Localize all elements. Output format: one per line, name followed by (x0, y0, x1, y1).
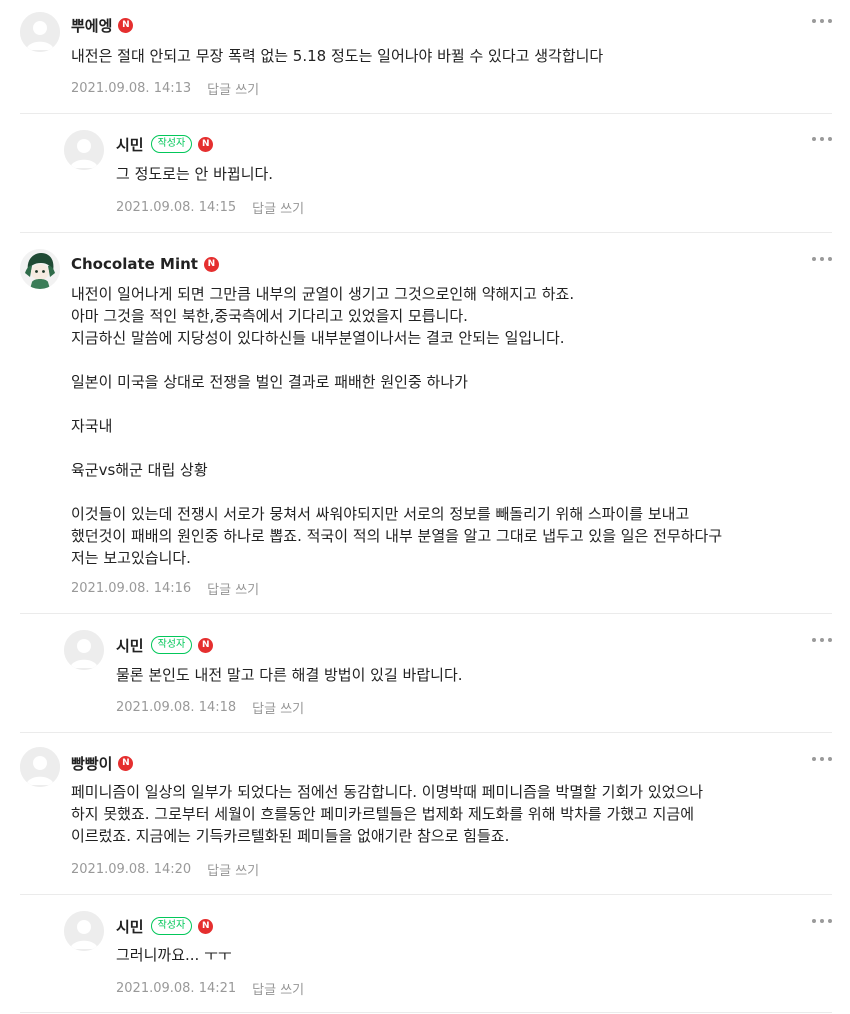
comment-nickname[interactable]: 뿌에엥 (71, 15, 112, 36)
comment-text-line: 물론 본인도 내전 말고 다른 해결 방법이 있길 바랍니다. (116, 666, 463, 684)
divider (20, 1012, 832, 1013)
comment-nickname[interactable]: Chocolate Mint (71, 255, 198, 273)
new-badge-icon: N (118, 17, 134, 33)
character-profile-icon (20, 249, 60, 289)
new-badge-icon: N (198, 637, 214, 653)
comment-nickname[interactable]: 시민 (116, 134, 144, 155)
reply-button[interactable]: 답글 쓰기 (252, 198, 304, 217)
comment-text-line: 내전은 절대 안되고 무장 폭력 없는 5.18 정도는 일어나야 바뀔 수 있… (71, 47, 604, 65)
reply-button[interactable]: 답글 쓰기 (207, 860, 259, 879)
comment-text-line: 지금하신 말씀에 지당성이 있다하신들 내부분열이나서는 결코 안되는 일입니다… (71, 329, 565, 347)
comment-text-line: 그러니까요... ㅜㅜ (116, 946, 232, 964)
more-options-icon[interactable] (812, 19, 832, 25)
reply-button[interactable]: 답글 쓰기 (252, 698, 304, 717)
comment-nickname[interactable]: 시민 (116, 635, 144, 656)
default-profile-icon (64, 911, 104, 951)
comment-date: 2021.09.08. 14:18 (116, 700, 237, 715)
avatar[interactable] (20, 12, 60, 52)
comment-text-line: 했던것이 패배의 원인중 하나로 뽑죠. 적국이 적의 내부 분열을 알고 그대… (71, 527, 723, 545)
new-badge-icon: N (118, 755, 134, 771)
comment-text-line: 육군vs해군 대립 상황 (71, 461, 208, 479)
comment-text-line: 아마 그것을 적인 북한,중국측에서 기다리고 있었을지 모릅니다. (71, 307, 468, 325)
comment-date: 2021.09.08. 14:16 (71, 581, 192, 596)
new-badge-icon: N (198, 136, 214, 152)
comment-date: 2021.09.08. 14:20 (71, 862, 192, 877)
divider (20, 613, 832, 614)
comment-text: 내전은 절대 안되고 무장 폭력 없는 5.18 정도는 일어나야 바뀔 수 있… (71, 45, 603, 67)
comment-text: 그러니까요... ㅜㅜ (116, 944, 232, 966)
comment-text: 물론 본인도 내전 말고 다른 해결 방법이 있길 바랍니다. (116, 664, 463, 686)
reply-button[interactable]: 답글 쓰기 (207, 579, 259, 598)
divider (20, 894, 832, 895)
comment-text-line (71, 349, 722, 371)
comment-text-line: 저는 보고있습니다. (71, 549, 191, 567)
divider (20, 232, 832, 233)
default-profile-icon (64, 130, 104, 170)
comment-nickname[interactable]: 시민 (116, 916, 144, 937)
avatar[interactable] (64, 911, 104, 951)
comment-text-line: 페미니즘이 일상의 일부가 되었다는 점에선 동감합니다. 이명박때 페미니즘을… (71, 783, 704, 801)
comment-text-line: 자국내 (71, 417, 113, 435)
reply-button[interactable]: 답글 쓰기 (207, 79, 259, 98)
more-options-icon[interactable] (812, 638, 832, 644)
comment-text-line: 이것들이 있는데 전쟁시 서로가 뭉쳐서 싸워야되지만 서로의 정보를 빼돌리기… (71, 505, 690, 523)
comment-text-line: 그 정도로는 안 바뀝니다. (116, 165, 274, 183)
comment-text-line: 내전이 일어나게 되면 그만큼 내부의 균열이 생기고 그것으로인해 약해지고 … (71, 285, 575, 303)
writer-badge: 작성자 (150, 636, 193, 654)
new-badge-icon: N (203, 256, 219, 272)
avatar[interactable] (64, 630, 104, 670)
comment-text-line: 하지 못했죠. 그로부터 세월이 흐를동안 페미카르텔들은 법제화 제도화를 위… (71, 805, 695, 823)
comment-text: 내전이 일어나게 되면 그만큼 내부의 균열이 생기고 그것으로인해 약해지고 … (71, 283, 722, 569)
more-options-icon[interactable] (812, 919, 832, 925)
comment-date: 2021.09.08. 14:21 (116, 981, 237, 996)
comment-text-line: 이르렀죠. 지금에는 기득카르텔화된 페미들을 없애기란 참으로 힘들죠. (71, 827, 510, 845)
default-profile-icon (64, 630, 104, 670)
new-badge-icon: N (198, 918, 214, 934)
comment-date: 2021.09.08. 14:15 (116, 200, 237, 215)
avatar[interactable] (64, 130, 104, 170)
more-options-icon[interactable] (812, 757, 832, 763)
comment-text-line (71, 393, 722, 415)
avatar[interactable] (20, 249, 60, 289)
default-profile-icon (20, 747, 60, 787)
more-options-icon[interactable] (812, 257, 832, 263)
writer-badge: 작성자 (150, 135, 193, 153)
comment-text-line (71, 437, 722, 459)
avatar[interactable] (20, 747, 60, 787)
writer-badge: 작성자 (150, 917, 193, 935)
comment-text: 그 정도로는 안 바뀝니다. (116, 163, 273, 185)
comment-nickname[interactable]: 빵빵이 (71, 753, 112, 774)
comment-text: 페미니즘이 일상의 일부가 되었다는 점에선 동감합니다. 이명박때 페미니즘을… (71, 781, 703, 847)
comment-date: 2021.09.08. 14:13 (71, 81, 192, 96)
default-profile-icon (20, 12, 60, 52)
more-options-icon[interactable] (812, 137, 832, 143)
divider (20, 732, 832, 733)
divider (20, 113, 832, 114)
comment-text-line (71, 481, 722, 503)
reply-button[interactable]: 답글 쓰기 (252, 979, 304, 998)
comment-text-line: 일본이 미국을 상대로 전쟁을 벌인 결과로 패배한 원인중 하나가 (71, 373, 468, 391)
